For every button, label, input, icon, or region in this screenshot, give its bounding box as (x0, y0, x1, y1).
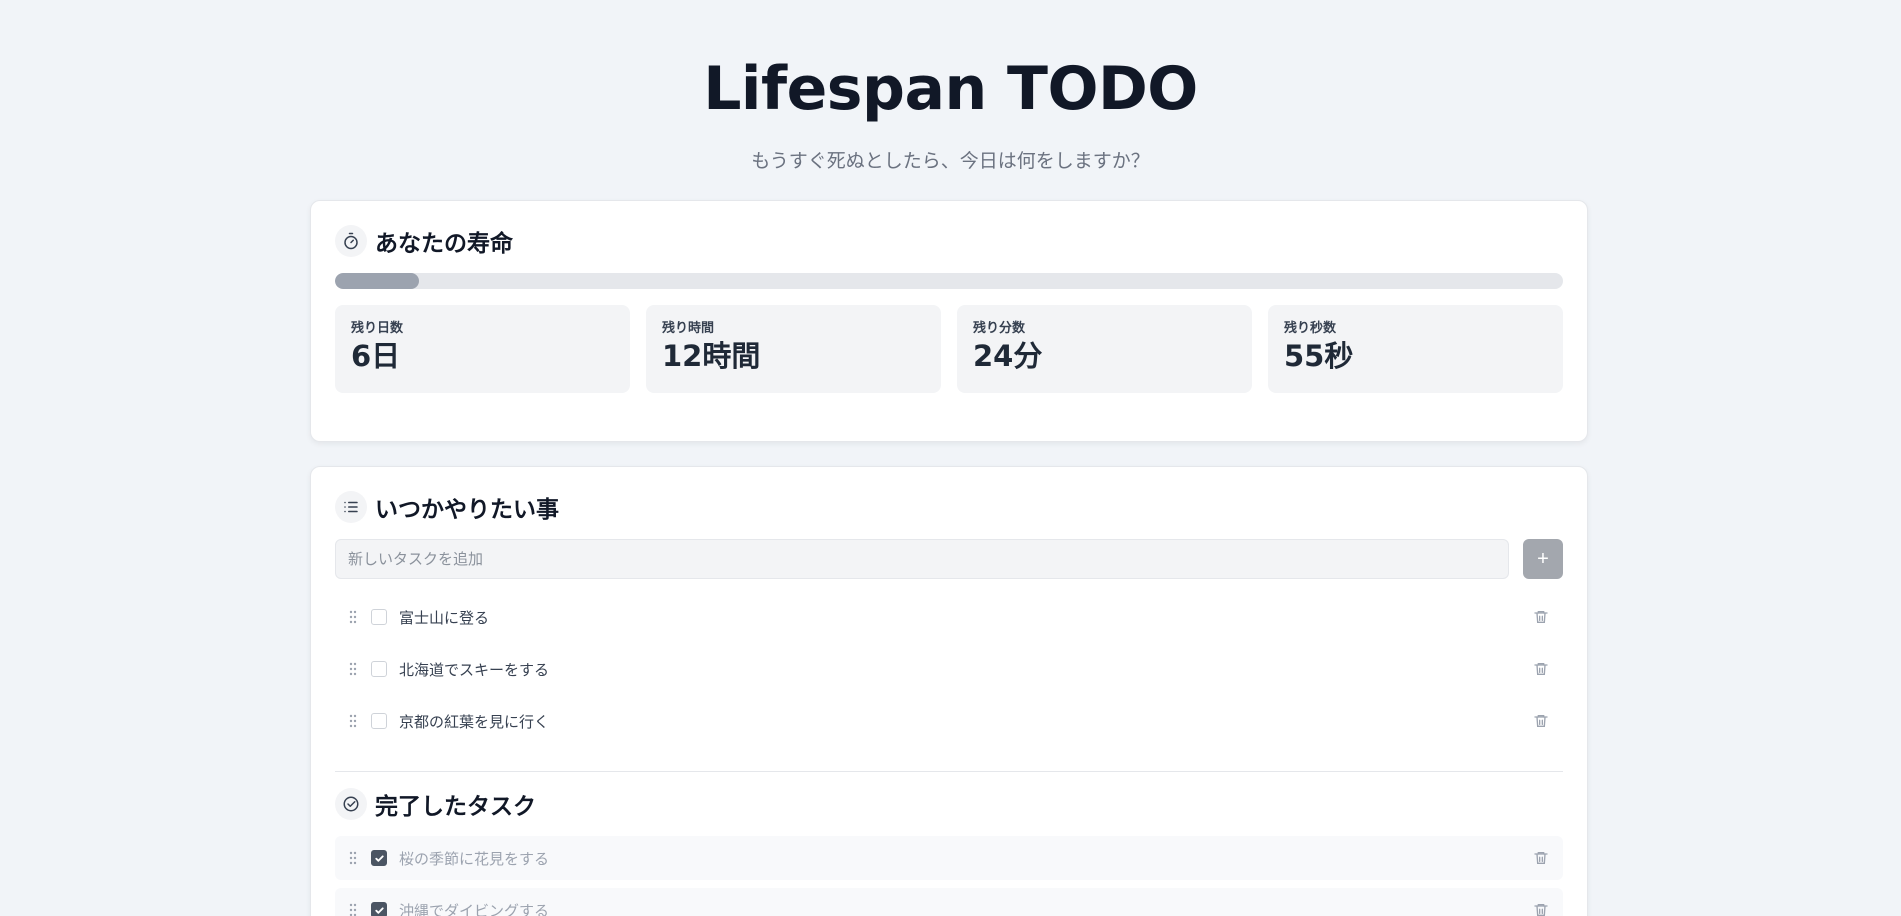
stat-label: 残り時間 (662, 321, 715, 336)
drag-handle-icon[interactable] (349, 714, 361, 728)
task-text: 北海道でスキーをする (399, 660, 550, 679)
stopwatch-icon (335, 225, 367, 257)
trash-icon[interactable] (1531, 711, 1551, 731)
todo-list: 富士山に登る 北海道でスキーをする 京都の紅葉を見に行く (335, 595, 1563, 743)
page: Lifespan TODO もうすぐ死ぬとしたら、今日は何をしますか？ あなたの… (0, 0, 1901, 916)
add-task-button[interactable]: + (1523, 539, 1563, 579)
drag-handle-icon[interactable] (349, 610, 361, 624)
lifespan-card: あなたの寿命 残り日数 6日 残り時間 12時間 残り分数 24分 残り秒数 5… (310, 200, 1588, 442)
completed-task-item: 桜の季節に花見をする (335, 836, 1563, 880)
completed-title: 完了したタスク (375, 794, 536, 820)
task-item: 北海道でスキーをする (335, 647, 1563, 691)
list-icon (335, 491, 367, 523)
check-circle-icon (335, 788, 367, 820)
stat-seconds: 残り秒数 55秒 (1268, 305, 1563, 393)
task-text: 京都の紅葉を見に行く (399, 712, 550, 731)
lifespan-stats: 残り日数 6日 残り時間 12時間 残り分数 24分 残り秒数 55秒 (335, 305, 1563, 393)
trash-icon[interactable] (1531, 659, 1551, 679)
completed-list: 桜の季節に花見をする 沖縄でダイビングする (335, 836, 1563, 916)
stat-value: 55秒 (1284, 339, 1354, 373)
stat-value: 6日 (351, 339, 401, 373)
page-subtitle: もうすぐ死ぬとしたら、今日は何をしますか？ (751, 150, 1150, 172)
task-item: 京都の紅葉を見に行く (335, 699, 1563, 743)
stat-days: 残り日数 6日 (335, 305, 630, 393)
task-text: 沖縄でダイビングする (399, 901, 550, 916)
todo-card: いつかやりたい事 + 富士山に登る 北海道でス (310, 466, 1588, 916)
new-task-input[interactable] (335, 539, 1509, 579)
add-task-row: + (335, 539, 1563, 579)
task-checkbox-checked[interactable] (371, 902, 387, 916)
drag-handle-icon[interactable] (349, 851, 361, 865)
drag-handle-icon[interactable] (349, 903, 361, 916)
lifespan-header: あなたの寿命 (335, 225, 1563, 257)
trash-icon[interactable] (1531, 900, 1551, 916)
completed-header: 完了したタスク (335, 788, 1563, 820)
todo-header: いつかやりたい事 (335, 491, 1563, 523)
task-text: 富士山に登る (399, 608, 490, 627)
task-checkbox[interactable] (371, 661, 387, 677)
stat-hours: 残り時間 12時間 (646, 305, 941, 393)
todo-title: いつかやりたい事 (375, 497, 559, 523)
task-checkbox-checked[interactable] (371, 850, 387, 866)
task-checkbox[interactable] (371, 713, 387, 729)
trash-icon[interactable] (1531, 848, 1551, 868)
stat-label: 残り秒数 (1284, 321, 1337, 336)
completed-task-item: 沖縄でダイビングする (335, 888, 1563, 916)
trash-icon[interactable] (1531, 607, 1551, 627)
lifespan-progress-bar (335, 273, 1563, 289)
task-item: 富士山に登る (335, 595, 1563, 639)
task-text: 桜の季節に花見をする (399, 849, 550, 868)
divider (335, 771, 1563, 772)
task-checkbox[interactable] (371, 609, 387, 625)
stat-value: 12時間 (662, 339, 761, 373)
stat-value: 24分 (973, 339, 1043, 373)
lifespan-title: あなたの寿命 (375, 231, 513, 257)
page-title: Lifespan TODO (703, 54, 1198, 124)
drag-handle-icon[interactable] (349, 662, 361, 676)
stat-label: 残り日数 (351, 321, 404, 336)
lifespan-progress-fill (335, 273, 419, 289)
stat-label: 残り分数 (973, 321, 1026, 336)
stat-minutes: 残り分数 24分 (957, 305, 1252, 393)
